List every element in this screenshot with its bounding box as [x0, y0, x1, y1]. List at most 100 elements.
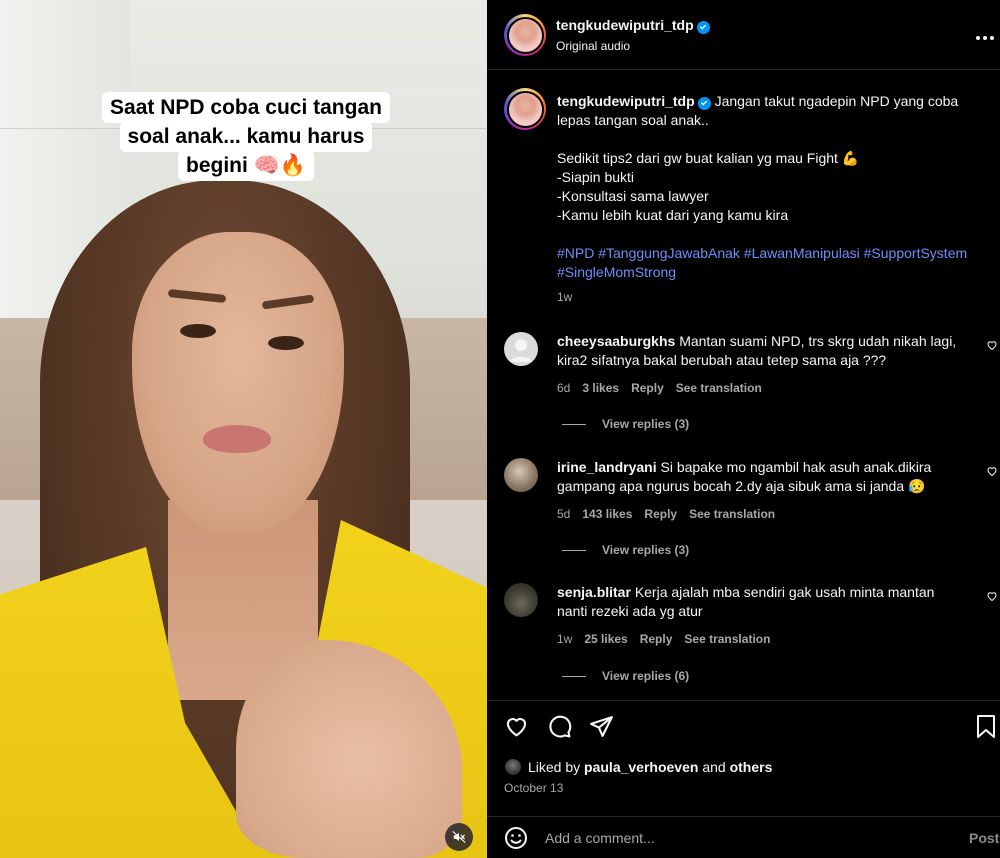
add-comment-bar: Post	[487, 816, 1000, 858]
comment-text: Mantan suami NPD, trs skrg udah nikah la…	[679, 333, 957, 349]
heart-icon	[987, 341, 997, 351]
save-button[interactable]	[975, 714, 997, 744]
caption-line: -Kamu lebih kuat dari yang kamu kira	[557, 207, 789, 223]
comment-body: senja.blitar Kerja ajalah mba sendiri ga…	[557, 583, 977, 621]
comment-like-button[interactable]	[986, 338, 998, 356]
view-replies-button[interactable]: View replies (6)	[562, 669, 689, 683]
comment-body: cheeysaaburgkhs Mantan suami NPD, trs sk…	[557, 332, 977, 370]
caption-author-avatar-image	[506, 90, 544, 128]
comment-avatar[interactable]	[504, 458, 538, 492]
comment-line: senja.blitar Kerja ajalah mba sendiri ga…	[557, 583, 977, 602]
caption-text: tengkudewiputri_tdp Jangan takut ngadepi…	[557, 92, 997, 307]
video-person-eye	[180, 324, 216, 338]
caption-line	[557, 130, 997, 149]
caption-line: -Siapin bukti	[557, 169, 635, 185]
see-translation-button[interactable]: See translation	[676, 381, 762, 395]
heart-icon	[987, 592, 997, 602]
post-panel: tengkudewiputri_tdp Original audio tengk…	[487, 0, 1000, 858]
view-replies-button[interactable]: View replies (3)	[562, 543, 689, 557]
comment-username[interactable]: irine_landryani	[557, 459, 657, 475]
video-person-eye	[268, 336, 304, 350]
speaker-muted-icon	[452, 831, 466, 843]
ellipsis-icon	[976, 36, 994, 40]
view-replies-button[interactable]: View replies (3)	[562, 417, 689, 431]
comment-reply-button[interactable]: Reply	[640, 632, 673, 646]
comment-like-button[interactable]	[986, 464, 998, 482]
caption-username[interactable]: tengkudewiputri_tdp	[557, 93, 695, 109]
video-player[interactable]: Saat NPD coba cuci tangan soal anak... k…	[0, 0, 487, 858]
liked-by: Liked by paula_verhoeven and others	[504, 758, 772, 776]
caption-line	[557, 225, 997, 244]
caption-author-avatar[interactable]	[504, 88, 546, 130]
caption-line: Sedikit tips2 dari gw buat kalian yg mau…	[557, 150, 860, 166]
author-avatar[interactable]	[504, 14, 546, 56]
comment-meta: 6d 3 likes Reply See translation	[557, 381, 774, 395]
comment-icon	[549, 715, 572, 738]
comment-line: kira2 sifatnya bakal berubah atau tetep …	[557, 352, 887, 368]
comment-avatar[interactable]	[504, 332, 538, 366]
more-options-button[interactable]	[975, 24, 995, 47]
caption-line: -Konsultasi sama lawyer	[557, 188, 709, 204]
caption-line-text: Jangan takut ngadepin NPD yang coba	[714, 93, 959, 109]
verified-badge-icon	[697, 96, 711, 110]
comment-username[interactable]: senja.blitar	[557, 584, 631, 600]
comment-likes[interactable]: 143 likes	[582, 507, 632, 521]
comment-text: Kerja ajalah mba sendiri gak usah minta …	[634, 584, 935, 600]
comment-meta: 1w 25 likes Reply See translation	[557, 632, 782, 646]
video-caption-overlay: Saat NPD coba cuci tangan soal anak... k…	[96, 92, 396, 181]
comment-time[interactable]: 1w	[557, 632, 572, 646]
comment-button[interactable]	[547, 714, 572, 744]
default-avatar-icon	[510, 339, 532, 362]
liked-by-others[interactable]: others	[730, 759, 773, 775]
liked-by-prefix: Liked by	[528, 759, 581, 775]
comment-line: irine_landryani Si bapake mo ngambil hak…	[557, 458, 977, 477]
comment-username[interactable]: cheeysaaburgkhs	[557, 333, 675, 349]
see-translation-button[interactable]: See translation	[689, 507, 775, 521]
heart-icon	[506, 718, 527, 737]
comment-reply-button[interactable]: Reply	[631, 381, 664, 395]
comment-line: cheeysaaburgkhs Mantan suami NPD, trs sk…	[557, 332, 977, 351]
comment-likes[interactable]: 3 likes	[582, 381, 619, 395]
post-date[interactable]: October 13	[504, 781, 563, 795]
comment-input[interactable]	[545, 827, 945, 849]
mute-button[interactable]	[445, 823, 473, 851]
see-translation-button[interactable]: See translation	[684, 632, 770, 646]
caption-line: tengkudewiputri_tdp Jangan takut ngadepi…	[557, 92, 997, 111]
author-avatar-image	[506, 16, 544, 54]
liker-avatar[interactable]	[504, 758, 522, 776]
video-caption-line: Saat NPD coba cuci tangan	[102, 92, 390, 123]
video-person-face	[132, 232, 344, 532]
comment-text: Si bapake mo ngambil hak asuh anak.dikir…	[660, 459, 932, 475]
comment-likes[interactable]: 25 likes	[584, 632, 627, 646]
post-comment-button[interactable]: Post	[969, 830, 999, 846]
comment-like-button[interactable]	[986, 589, 998, 607]
caption-time[interactable]: 1w	[557, 288, 997, 307]
post-header: tengkudewiputri_tdp Original audio	[487, 0, 1000, 70]
comment-time[interactable]: 6d	[557, 381, 570, 395]
bookmark-icon	[977, 715, 995, 738]
comment-line: nanti rezeki ada yg atur	[557, 603, 703, 619]
liked-by-and: and	[702, 759, 726, 775]
verified-badge-icon	[696, 20, 710, 34]
heart-icon	[987, 467, 997, 477]
caption-line: lepas tangan soal anak..	[557, 112, 709, 128]
like-button[interactable]	[504, 714, 529, 744]
author-username[interactable]: tengkudewiputri_tdp	[556, 17, 694, 33]
comment-body: irine_landryani Si bapake mo ngambil hak…	[557, 458, 977, 496]
caption-hashtags[interactable]: #NPD #TanggungJawabAnak #LawanManipulasi…	[557, 244, 997, 263]
video-person-lips	[203, 425, 271, 453]
comment-meta: 5d 143 likes Reply See translation	[557, 507, 787, 521]
post-actions: Liked by paula_verhoeven and others Octo…	[487, 700, 1000, 810]
comment-time[interactable]: 5d	[557, 507, 570, 521]
video-caption-line: begini 🧠🔥	[178, 150, 314, 181]
comment-avatar[interactable]	[504, 583, 538, 617]
comment-reply-button[interactable]: Reply	[644, 507, 677, 521]
video-caption-line: soal anak... kamu harus	[119, 121, 373, 152]
original-audio-link[interactable]: Original audio	[556, 39, 630, 53]
emoji-button[interactable]	[504, 826, 528, 855]
caption-hashtags[interactable]: #SingleMomStrong	[557, 263, 997, 282]
liked-by-user[interactable]: paula_verhoeven	[584, 759, 698, 775]
comment-line: gampang apa ngurus bocah 2.dy aja sibuk …	[557, 478, 926, 494]
emoji-icon	[505, 827, 527, 849]
share-button[interactable]	[589, 714, 614, 744]
